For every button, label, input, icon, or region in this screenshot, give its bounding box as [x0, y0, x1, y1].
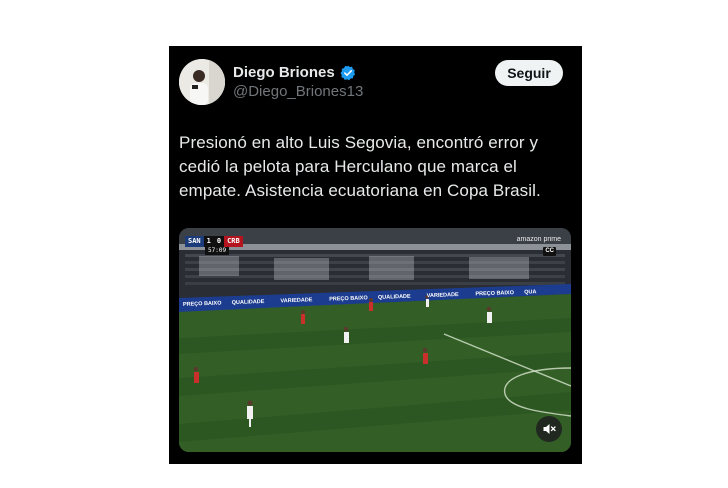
avatar[interactable]	[179, 59, 225, 105]
ad-board-text: QUALIDADE	[232, 299, 265, 306]
ad-board-text: QUA	[524, 289, 536, 295]
closed-captions-badge[interactable]: CC	[543, 247, 556, 256]
video-frame: PREÇO BAIXO QUALIDADE VARIEDADE PREÇO BAIXO…	[179, 228, 571, 452]
speaker-muted-icon	[543, 424, 556, 434]
home-score: 1	[203, 236, 214, 247]
author-name[interactable]: Diego Briones	[233, 64, 335, 81]
mute-button[interactable]	[536, 416, 562, 442]
away-team: CRB	[224, 236, 243, 247]
author-handle[interactable]: @Diego_Briones13	[233, 83, 363, 100]
tweet-text: Presionó en alto Luis Segovia, encontró …	[179, 133, 541, 200]
author-name-row: Diego Briones	[233, 64, 356, 81]
video-player[interactable]: PREÇO BAIXO QUALIDADE VARIEDADE PREÇO BAIXO…	[179, 228, 571, 452]
tweet-card: Diego Briones @Diego_Briones13 Seguir Pr…	[169, 46, 582, 464]
scoreboard: SAN 1 0 CRB	[185, 236, 243, 247]
away-score: 0	[213, 236, 225, 247]
match-clock: 57:09	[205, 247, 230, 255]
broadcaster-logo: amazon prime	[516, 236, 561, 243]
ad-board-text: QUALIDADE	[378, 294, 411, 301]
avatar-photo	[179, 59, 225, 105]
ad-board-text: VARIEDADE	[427, 292, 460, 299]
verified-badge-icon	[340, 65, 356, 81]
home-team: SAN	[185, 236, 204, 247]
follow-button[interactable]: Seguir	[495, 60, 563, 86]
ad-board-text: VARIEDADE	[280, 297, 313, 304]
